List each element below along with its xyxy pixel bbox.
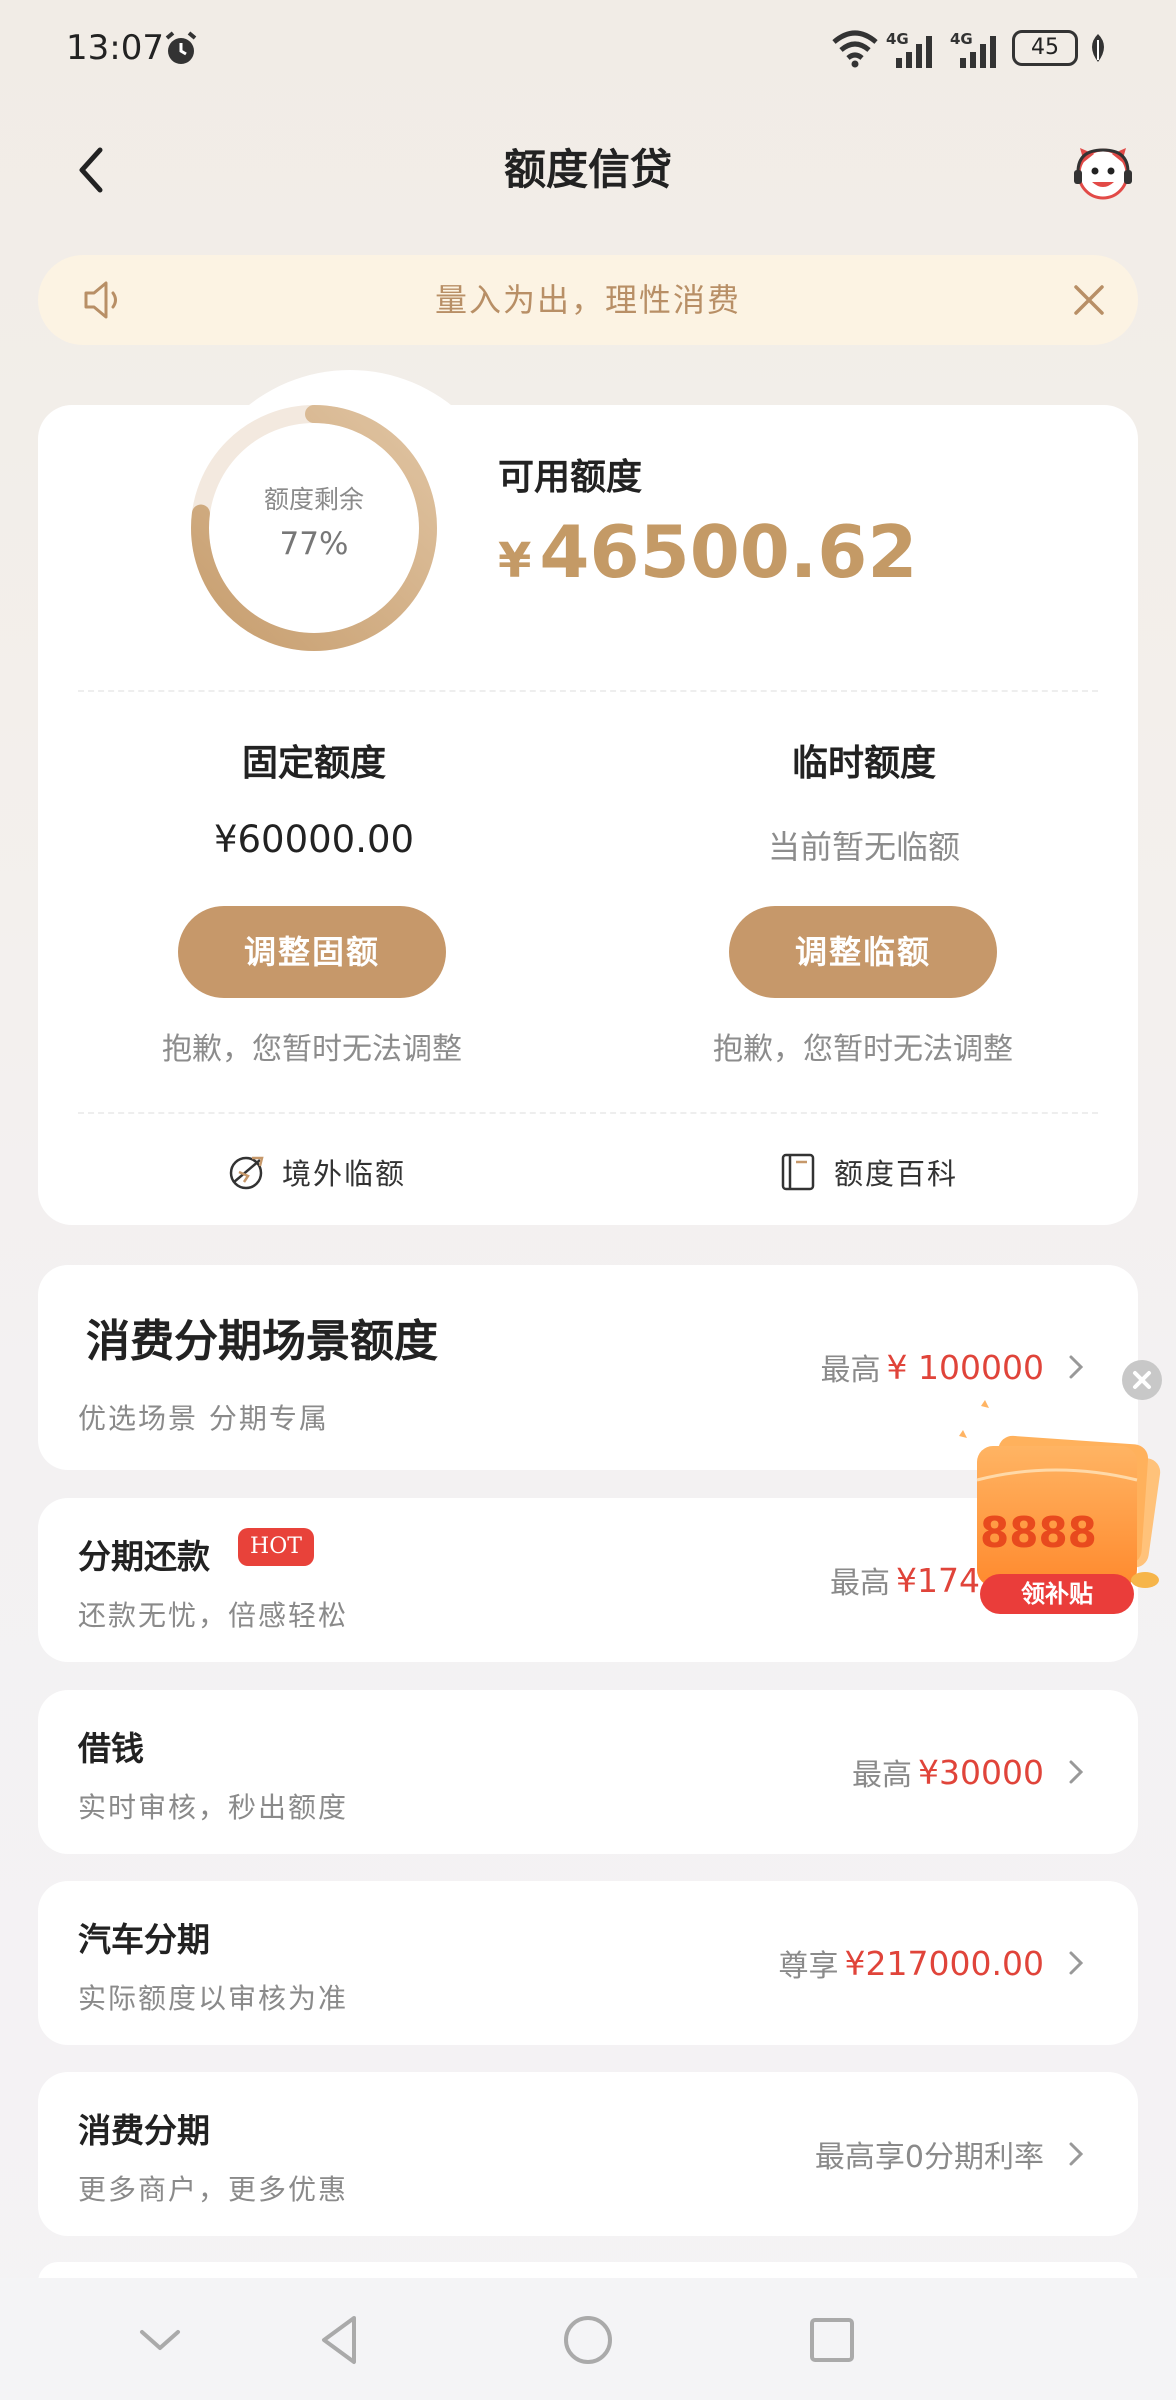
chevron-right-icon xyxy=(1069,2142,1084,2166)
wifi-icon xyxy=(832,30,878,68)
status-time: 13:07 xyxy=(66,28,164,68)
available-amount-value: 46500.62 xyxy=(539,510,918,594)
list-item-title: 消费分期 xyxy=(78,2111,210,2150)
chevron-right-icon xyxy=(1069,1951,1084,1975)
customer-service-icon[interactable] xyxy=(1070,140,1136,206)
status-bar: 13:07 4G 4G 45 xyxy=(0,0,1176,100)
available-credit-label: 可用额度 xyxy=(498,457,643,498)
consumer-installment-card[interactable]: 消费分期 更多商户，更多优惠 最高享0分期利率 xyxy=(38,2072,1138,2236)
currency-symbol: ¥ xyxy=(498,533,532,589)
limit-prefix: 最高 xyxy=(820,1353,881,1388)
battery-indicator: 45 xyxy=(1012,30,1078,66)
temp-credit-status: 当前暂无临额 xyxy=(767,828,960,866)
globe-plane-icon xyxy=(229,1156,264,1190)
list-item-title: 分期还款 xyxy=(78,1537,210,1576)
chevron-down-icon[interactable] xyxy=(130,2310,190,2370)
promo-amount: 8888 xyxy=(980,1508,1097,1557)
limit-prefix: 最高 xyxy=(852,1758,913,1793)
hot-badge: HOT xyxy=(238,1528,314,1566)
overseas-temp-credit-label: 境外临额 xyxy=(282,1157,407,1191)
alarm-icon xyxy=(165,31,197,64)
credit-encyclopedia-label: 额度百科 xyxy=(834,1157,959,1191)
nav-recents-icon[interactable] xyxy=(802,2310,862,2370)
overseas-temp-credit-link[interactable]: 境外临额 xyxy=(226,1150,406,1194)
chevron-right-icon xyxy=(1069,1760,1084,1784)
network-type-label: 4G xyxy=(950,30,973,48)
divider xyxy=(78,1112,1098,1114)
claim-subsidy-button[interactable]: 领补贴 xyxy=(980,1574,1134,1614)
signal-icon: 4G xyxy=(950,30,996,68)
list-item-limit: 最高 ¥30000 xyxy=(852,1750,1086,1794)
credit-encyclopedia-link[interactable]: 额度百科 xyxy=(778,1150,958,1194)
adjust-temp-button[interactable]: 调整临额 xyxy=(729,906,997,998)
list-item-subtitle: 更多商户，更多优惠 xyxy=(78,2173,349,2206)
temp-credit-title: 临时额度 xyxy=(791,743,936,784)
leaf-icon xyxy=(1092,34,1104,62)
list-item-title: 借钱 xyxy=(78,1729,144,1768)
list-item-subtitle: 实时审核，秒出额度 xyxy=(78,1791,349,1824)
divider xyxy=(78,690,1098,692)
list-item-title: 汽车分期 xyxy=(78,1920,210,1959)
limit-amount: ¥30000 xyxy=(918,1752,1044,1792)
temp-adjust-note: 抱歉，您暂时无法调整 xyxy=(713,1032,1013,1067)
borrow-money-card[interactable]: 借钱 实时审核，秒出额度 最高 ¥30000 xyxy=(38,1690,1138,1854)
adjust-fixed-button[interactable]: 调整固额 xyxy=(178,906,446,998)
notice-text: 量入为出，理性消费 xyxy=(434,281,741,319)
list-item-subtitle: 实际额度以审核为准 xyxy=(78,1982,349,2015)
available-credit-amount: ¥46500.62 xyxy=(498,510,917,594)
ring-percentage: 77% xyxy=(279,526,349,562)
limit-amount: ¥217000.00 xyxy=(844,1943,1044,1983)
list-item-title: 消费分期场景额度 xyxy=(86,1316,438,1367)
signal-icon: 4G xyxy=(886,30,932,68)
limit-prefix: 最高 xyxy=(830,1566,890,1601)
promo-close-icon[interactable] xyxy=(1122,1360,1162,1400)
list-item-subtitle: 还款无忧，倍感轻松 xyxy=(78,1599,349,1632)
limit-prefix: 最高享0分期利率 xyxy=(814,2140,1044,2175)
network-type-label: 4G xyxy=(886,30,909,48)
fixed-credit-amount: ¥60000.00 xyxy=(213,818,415,861)
list-item-limit: 最高享0分期利率 xyxy=(815,2132,1086,2176)
list-item-subtitle: 优选场景 分期专属 xyxy=(78,1402,329,1435)
limit-prefix: 尊享 xyxy=(778,1949,839,1984)
fixed-adjust-note: 抱歉，您暂时无法调整 xyxy=(162,1032,462,1067)
car-installment-card[interactable]: 汽车分期 实际额度以审核为准 尊享 ¥217000.00 xyxy=(38,1881,1138,2045)
fixed-credit-title: 固定额度 xyxy=(241,743,386,784)
nav-home-icon[interactable] xyxy=(558,2310,618,2370)
nav-back-icon[interactable] xyxy=(312,2310,372,2370)
ring-label: 额度剩余 xyxy=(263,485,364,514)
list-item-limit: 尊享 ¥217000.00 xyxy=(779,1941,1086,1985)
book-icon xyxy=(781,1153,815,1191)
close-icon[interactable] xyxy=(1070,281,1108,319)
notice-bar: 量入为出，理性消费 xyxy=(38,255,1138,345)
page-title: 额度信贷 xyxy=(503,145,672,194)
